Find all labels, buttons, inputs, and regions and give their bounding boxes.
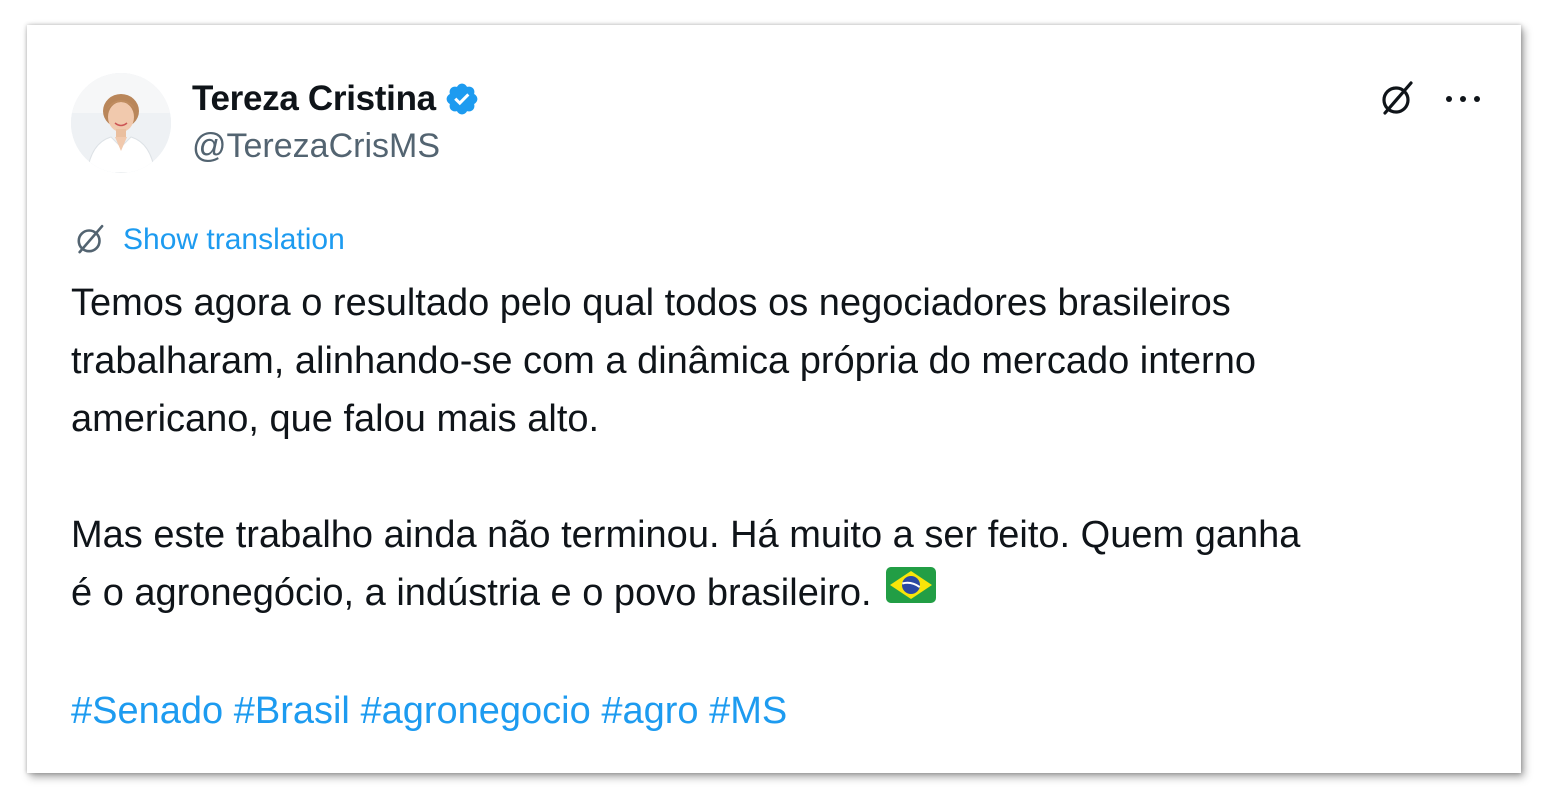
avatar[interactable] (71, 73, 171, 173)
author-handle[interactable]: @TerezaCrisMS (192, 127, 440, 166)
show-translation-link[interactable]: Show translation (123, 223, 345, 257)
hashtag-link[interactable]: #Brasil (234, 690, 350, 732)
grok-icon[interactable] (1375, 77, 1419, 121)
tweet-line: trabalharam, alinhando-se com a dinâmica… (71, 340, 1256, 382)
hashtag-link[interactable]: #agro (601, 690, 698, 732)
author-name[interactable]: Tereza Cristina (192, 79, 436, 119)
brazil-flag-emoji (885, 562, 936, 620)
grok-translate-icon (71, 221, 109, 259)
tweet-line: é o agronegócio, a indústria e o povo br… (71, 572, 872, 614)
avatar-photo (71, 73, 171, 173)
tweet-line: americano, que falou mais alto. (71, 398, 600, 440)
tweet-card: Tereza Cristina @TerezaCrisMS Show trans… (27, 25, 1521, 773)
tweet-text: Temos agora o resultado pelo qual todos … (71, 274, 1501, 740)
more-options-icon[interactable] (1441, 83, 1485, 115)
tweet-line: Temos agora o resultado pelo qual todos … (71, 282, 1231, 324)
hashtag-link[interactable]: #agronegocio (360, 690, 590, 732)
tweet-line-with-flag: é o agronegócio, a indústria e o povo br… (71, 564, 1501, 624)
show-translation-row[interactable]: Show translation (71, 220, 345, 260)
hashtags: #Senado #Brasil #agronegocio #agro #MS (71, 682, 1501, 740)
hashtag-link[interactable]: #Senado (71, 690, 223, 732)
hashtag-link[interactable]: #MS (709, 690, 787, 732)
verified-badge-icon (444, 81, 480, 117)
author-name-row: Tereza Cristina (192, 77, 480, 121)
tweet-line: Mas este trabalho ainda não terminou. Há… (71, 514, 1301, 556)
